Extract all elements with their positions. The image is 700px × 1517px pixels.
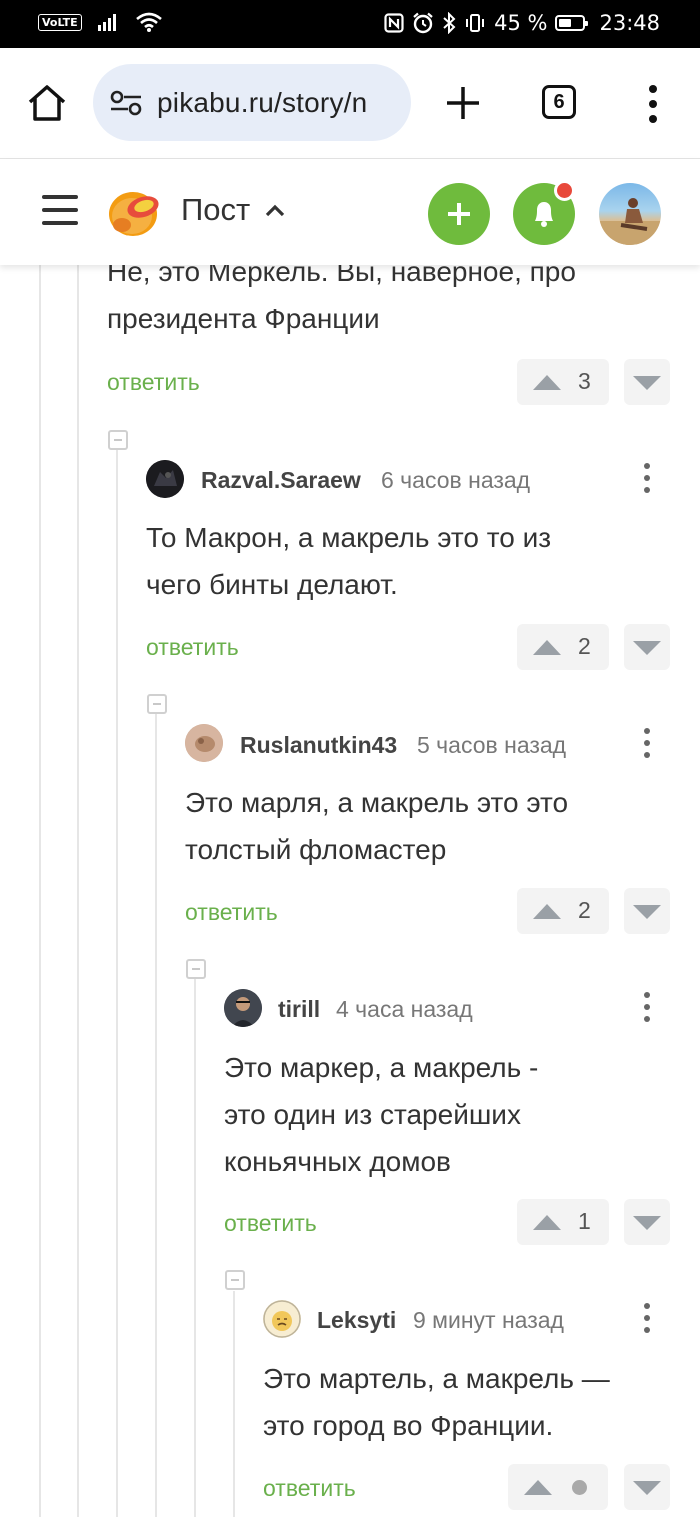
upvote-icon <box>524 1480 552 1495</box>
clock: 23:48 <box>599 11 660 35</box>
thread-line <box>77 265 79 1517</box>
downvote-icon <box>633 641 661 655</box>
bluetooth-icon <box>443 12 456 34</box>
upvote-button[interactable]: 2 <box>517 624 609 670</box>
notification-badge <box>554 180 575 201</box>
home-icon[interactable] <box>26 82 68 124</box>
username[interactable]: Razval.Saraew <box>201 467 361 494</box>
avatar-image <box>263 1300 301 1338</box>
status-bar: VoLTE 45 % 23:48 <box>0 0 700 48</box>
status-right: 45 % 23:48 <box>384 11 660 35</box>
avatar[interactable] <box>146 460 184 498</box>
username[interactable]: Ruslanutkin43 <box>240 732 397 759</box>
downvote-icon <box>633 376 661 390</box>
reply-link[interactable]: ответить <box>146 634 239 661</box>
thread-line <box>155 713 157 1517</box>
downvote-button[interactable] <box>624 1464 670 1510</box>
url-text: pikabu.ru/story/n <box>157 86 368 118</box>
downvote-icon <box>633 1216 661 1230</box>
rating-hidden-dot-icon <box>572 1480 587 1495</box>
avatar[interactable] <box>224 989 262 1027</box>
timestamp: 9 минут назад <box>413 1307 564 1333</box>
app-header: Пост <box>0 159 700 265</box>
status-left: VoLTE <box>38 12 162 32</box>
upvote-button[interactable]: 2 <box>517 888 609 934</box>
page-title[interactable]: Пост <box>181 192 286 228</box>
pikabu-logo[interactable] <box>106 185 164 239</box>
plus-icon <box>448 203 470 225</box>
upvote-button[interactable]: 1 <box>517 1199 609 1245</box>
avatar[interactable] <box>263 1300 301 1338</box>
comment-text: Это мартель, а макрель — это город во Фр… <box>263 1363 610 1441</box>
vote-count: 1 <box>578 1208 591 1234</box>
battery-percent: 45 % <box>494 11 548 35</box>
browser-menu-icon[interactable] <box>644 84 662 124</box>
site-settings-icon[interactable] <box>109 88 143 118</box>
page-title-text: Пост <box>181 192 251 227</box>
upvote-icon <box>533 640 561 655</box>
collapse-toggle[interactable] <box>147 694 167 714</box>
hamburger-menu-icon[interactable] <box>42 195 78 229</box>
vote-count: 3 <box>578 368 591 394</box>
downvote-icon <box>633 905 661 919</box>
comment-text: Это марля, а макрель это это толстый фло… <box>185 787 569 865</box>
reply-link[interactable]: ответить <box>224 1210 317 1237</box>
reply-link[interactable]: ответить <box>185 899 278 926</box>
avatar-image <box>185 724 223 762</box>
thread-line <box>194 979 196 1517</box>
browser-toolbar: pikabu.ru/story/n 6 <box>0 48 700 159</box>
add-post-button[interactable] <box>428 183 490 245</box>
comment-text: Это маркер, а макрель - это один из стар… <box>224 1052 539 1177</box>
downvote-button[interactable] <box>624 624 670 670</box>
collapse-toggle[interactable] <box>108 430 128 450</box>
downvote-button[interactable] <box>624 359 670 405</box>
username[interactable]: tirill <box>278 996 320 1023</box>
downvote-icon <box>633 1481 661 1495</box>
username[interactable]: Leksyti <box>317 1307 396 1334</box>
upvote-button[interactable] <box>508 1464 608 1510</box>
signal-icon <box>97 14 116 31</box>
collapse-toggle[interactable] <box>186 959 206 979</box>
user-avatar-photo <box>599 198 661 245</box>
wifi-icon <box>135 12 162 32</box>
comment-menu-icon[interactable] <box>643 1303 651 1335</box>
downvote-button[interactable] <box>624 1199 670 1245</box>
alarm-icon <box>413 12 433 34</box>
volte-indicator: VoLTE <box>38 13 82 31</box>
comment-menu-icon[interactable] <box>643 728 651 760</box>
avatar-image <box>146 460 184 498</box>
comment-text: То Макрон, а макрель это то из чего бинт… <box>146 522 552 600</box>
timestamp: 5 часов назад <box>417 732 567 758</box>
reply-link[interactable]: ответить <box>107 369 200 396</box>
comments-thread: Не, это Меркель. Вы, наверное, про прези… <box>0 265 700 1517</box>
battery-icon <box>555 15 589 31</box>
vote-count: 2 <box>578 897 591 923</box>
thread-line <box>116 449 118 1517</box>
avatar-image <box>224 989 262 1027</box>
comment-menu-icon[interactable] <box>643 463 651 495</box>
upvote-icon <box>533 1215 561 1230</box>
user-avatar[interactable] <box>599 183 661 245</box>
upvote-icon <box>533 904 561 919</box>
tab-switcher-button[interactable]: 6 <box>542 85 576 119</box>
comment-text: Не, это Меркель. Вы, наверное, про прези… <box>107 265 576 334</box>
vibrate-icon <box>466 14 485 32</box>
avatar[interactable] <box>185 724 223 762</box>
nfc-icon <box>384 13 404 33</box>
vote-count: 2 <box>578 633 591 659</box>
thread-line <box>39 265 41 1517</box>
timestamp: 6 часов назад <box>381 467 531 493</box>
collapse-toggle[interactable] <box>225 1270 245 1290</box>
thread-line <box>233 1291 235 1517</box>
comment-menu-icon[interactable] <box>643 992 651 1024</box>
address-bar[interactable]: pikabu.ru/story/n <box>93 64 411 141</box>
reply-link[interactable]: ответить <box>263 1475 356 1502</box>
chevron-up-icon <box>266 204 285 217</box>
upvote-icon <box>533 375 561 390</box>
new-tab-icon[interactable] <box>444 84 482 122</box>
downvote-button[interactable] <box>624 888 670 934</box>
timestamp: 4 часа назад <box>336 996 473 1022</box>
upvote-button[interactable]: 3 <box>517 359 609 405</box>
